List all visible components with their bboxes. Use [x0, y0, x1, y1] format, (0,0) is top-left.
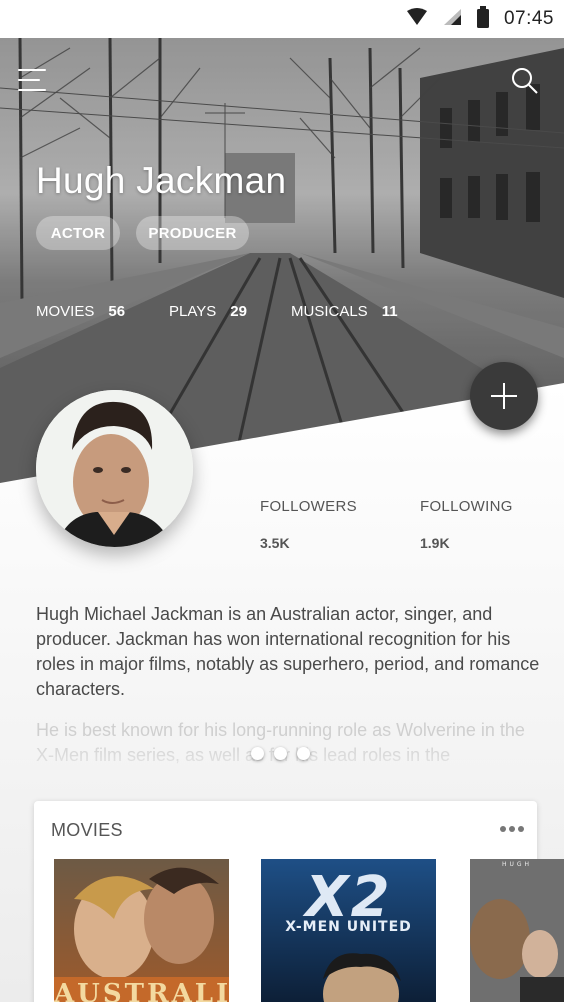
stat-label: PLAYS [169, 303, 217, 320]
search-icon [512, 68, 538, 94]
movie-poster-x2[interactable]: X2 X-MEN UNITED [261, 859, 436, 1002]
dot [297, 747, 310, 760]
followers-label: FOLLOWERS [260, 498, 357, 515]
stat-value: 56 [108, 303, 126, 320]
role-chip-label: ACTOR [50, 224, 106, 242]
followers-block[interactable]: FOLLOWERS 3.5K [260, 498, 357, 551]
stat-label: MOVIES [36, 303, 95, 320]
profile-name: Hugh Jackman [36, 160, 287, 201]
search-button[interactable] [510, 66, 540, 96]
menu-icon [18, 69, 46, 71]
avatar[interactable] [36, 390, 193, 547]
stat-label: MUSICALS [291, 303, 368, 320]
movies-title: MOVIES [51, 820, 123, 840]
stat-movies[interactable]: MOVIES 56 [36, 303, 125, 320]
followers-count: 3.5K [260, 535, 290, 551]
following-count: 1.9K [420, 535, 450, 551]
wifi-icon [406, 7, 428, 31]
signal-icon [442, 8, 462, 31]
movie-poster-australia[interactable]: AUSTRALIA [54, 859, 229, 1002]
poster-title: HUGH [501, 861, 533, 868]
poster-subtitle: X-MEN UNITED [285, 919, 412, 935]
bio-paragraph: Hugh Michael Jackman is an Australian ac… [36, 604, 540, 699]
battery-icon [476, 5, 490, 33]
dot [274, 747, 287, 760]
role-chip-label: PRODUCER [148, 224, 237, 242]
menu-icon-line [18, 89, 46, 91]
more-icon-dot [509, 826, 515, 832]
avatar-photo [36, 390, 193, 547]
role-chip-actor[interactable]: ACTOR [36, 216, 120, 250]
menu-button[interactable] [18, 69, 48, 93]
more-icon-dot [518, 826, 524, 832]
more-options-button[interactable] [500, 826, 524, 832]
clock: 07:45 [503, 8, 554, 29]
menu-icon-line [18, 79, 40, 81]
dot [251, 747, 264, 760]
stat-plays[interactable]: PLAYS 29 [169, 303, 247, 320]
read-more-dots[interactable] [251, 747, 310, 760]
more-icon [500, 826, 506, 832]
status-bar: 07:45 [0, 0, 564, 38]
following-block[interactable]: FOLLOWING 1.9K [420, 498, 513, 551]
add-button[interactable] [470, 362, 538, 430]
poster-title: AUSTRALIA [54, 979, 229, 1002]
movie-poster-real-steel[interactable]: HUGH [470, 859, 564, 1002]
stat-value: 11 [381, 303, 398, 320]
poster-art [470, 859, 564, 1002]
role-chip-producer[interactable]: PRODUCER [136, 216, 249, 250]
stats-row: MOVIES 56 PLAYS 29 MUSICALS 11 [0, 303, 564, 323]
following-label: FOLLOWING [420, 498, 513, 515]
stat-musicals[interactable]: MUSICALS 11 [291, 303, 398, 320]
stat-value: 29 [230, 303, 247, 320]
